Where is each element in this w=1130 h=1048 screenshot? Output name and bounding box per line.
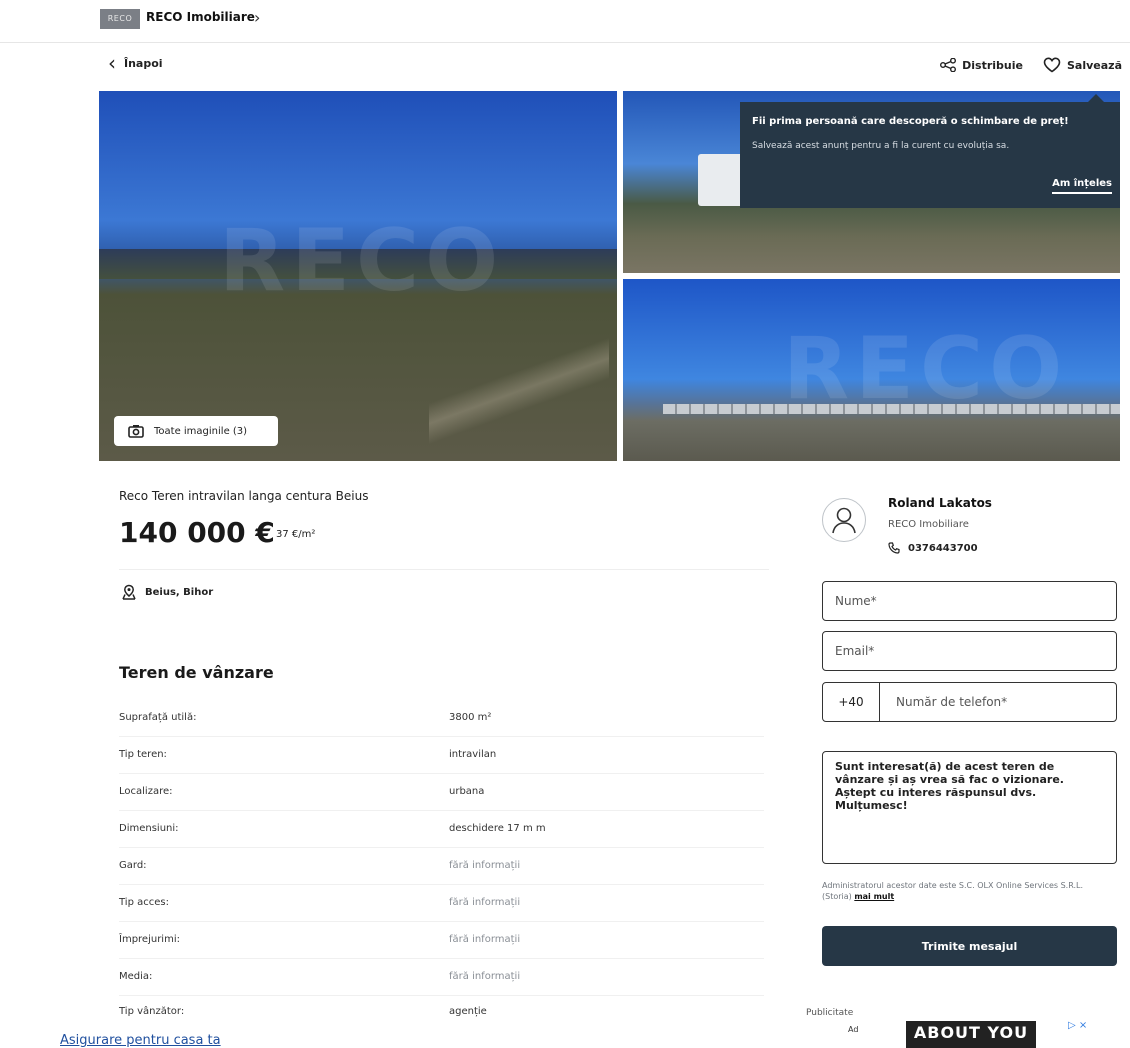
spec-label: Media: [119, 971, 153, 982]
spec-label: Tip vânzător: [119, 1006, 185, 1017]
ad-banner[interactable]: ABOUT YOU [906, 1021, 1036, 1048]
spec-value: deschidere 17 m m [449, 823, 546, 834]
spec-label: Tip teren: [119, 749, 167, 760]
listing-location[interactable]: Beius, Bihor [121, 584, 213, 600]
spec-value: fără informații [449, 971, 521, 982]
spec-row: Media: fără informații [119, 958, 764, 996]
ad-label: Publicitate [806, 1008, 854, 1018]
tooltip-body: Salvează acest anunț pentru a fi la cure… [752, 141, 1010, 151]
spec-row: Tip vânzător: agenție [119, 993, 764, 1030]
name-field[interactable]: Nume* [822, 581, 1117, 621]
share-button[interactable]: Distribuie [940, 57, 1023, 73]
spec-value: fără informații [449, 897, 521, 908]
email-field[interactable]: Email* [822, 631, 1117, 671]
location-label: Beius, Bihor [145, 586, 214, 598]
spec-label: Împrejurimi: [119, 934, 180, 945]
save-button[interactable]: Salvează [1043, 57, 1122, 73]
all-photos-button[interactable]: Toate imaginile (3) [114, 416, 278, 446]
spec-value: fără informații [449, 860, 521, 871]
avatar [822, 498, 866, 542]
spec-row: Gard: fără informații [119, 847, 764, 885]
map-pin-icon [122, 584, 136, 600]
email-placeholder: Email* [835, 644, 875, 658]
name-placeholder: Nume* [835, 594, 877, 608]
ad-tag: Ad [848, 1025, 859, 1034]
heart-icon [1043, 57, 1061, 73]
spec-row: Tip teren: intravilan [119, 736, 764, 774]
agency-logo[interactable]: RECO [100, 9, 140, 29]
photo-track [429, 321, 609, 461]
footer-link-row: Asigurare pentru casa ta [60, 1033, 221, 1048]
footer-link[interactable]: Asigurare pentru casa ta [60, 1033, 221, 1048]
listing-title: Reco Teren intravilan langa centura Beiu… [119, 489, 369, 503]
spec-row: Suprafață utilă: 3800 m² [119, 699, 764, 737]
spec-label: Gard: [119, 860, 147, 871]
spec-row: Localizare: urbana [119, 773, 764, 811]
agency-link[interactable]: RECO Imobiliare [146, 10, 255, 24]
spec-label: Tip acces: [119, 897, 169, 908]
tooltip-title: Fii prima persoană care descoperă o schi… [752, 116, 1069, 127]
country-code-select[interactable]: +40 [823, 683, 880, 721]
spec-value: 3800 m² [449, 712, 492, 723]
phone-icon [888, 542, 900, 554]
share-label: Distribuie [962, 58, 1023, 72]
agent-name: Roland Lakatos [888, 496, 992, 510]
agent-phone[interactable]: 0376443700 [888, 542, 978, 554]
spec-row: Împrejurimi: fără informații [119, 921, 764, 959]
back-button[interactable]: ‹ Înapoi [108, 51, 163, 75]
share-icon [940, 58, 957, 72]
back-label: Înapoi [124, 56, 163, 70]
price-alert-tooltip: Fii prima persoană care descoperă o schi… [740, 94, 1120, 208]
photo-watermark: RECO [783, 319, 1069, 419]
spec-value: intravilan [449, 749, 497, 760]
photo-watermark: RECO [219, 211, 505, 311]
spec-row: Dimensiuni: deschidere 17 m m [119, 810, 764, 848]
phone-input[interactable]: Număr de telefon* [880, 683, 1007, 721]
main-photo[interactable]: RECO [99, 91, 617, 461]
user-icon [832, 507, 856, 534]
ad-close-icon[interactable]: ▷ × [1068, 1020, 1087, 1031]
phone-number: 0376443700 [908, 542, 978, 554]
message-textarea[interactable]: Sunt interesat(ă) de acest teren de vânz… [822, 751, 1117, 864]
listing-actions: Distribuie Salvează [940, 57, 1122, 73]
all-photos-label: Toate imaginile (3) [154, 425, 248, 437]
price-per-m2: 37 €/m² [276, 529, 316, 540]
agent-agency[interactable]: RECO Imobiliare [888, 519, 969, 530]
tooltip-dismiss-button[interactable]: Am înțeles [1052, 178, 1112, 194]
spec-label: Dimensiuni: [119, 823, 179, 834]
spec-value: agenție [449, 1006, 487, 1017]
specs-heading: Teren de vânzare [119, 663, 274, 682]
chevron-right-icon[interactable]: › [254, 8, 260, 27]
privacy-disclaimer: Administratorul acestor date este S.C. O… [822, 880, 1112, 902]
spec-label: Suprafață utilă: [119, 712, 197, 723]
chevron-left-icon: ‹ [108, 51, 116, 75]
save-label: Salvează [1067, 58, 1122, 72]
listing-price: 140 000 € [119, 516, 275, 549]
spec-value: fără informații [449, 934, 521, 945]
spec-row: Tip acces: fără informații [119, 884, 764, 922]
phone-field: +40 Număr de telefon* [822, 682, 1117, 722]
send-message-button[interactable]: Trimite mesajul [822, 926, 1117, 966]
photo-bottom-right[interactable]: RECO [623, 279, 1120, 461]
spec-value: urbana [449, 786, 485, 797]
divider [119, 569, 769, 570]
spec-label: Localizare: [119, 786, 173, 797]
camera-icon [128, 425, 144, 438]
more-info-link[interactable]: mai mult [854, 892, 894, 901]
